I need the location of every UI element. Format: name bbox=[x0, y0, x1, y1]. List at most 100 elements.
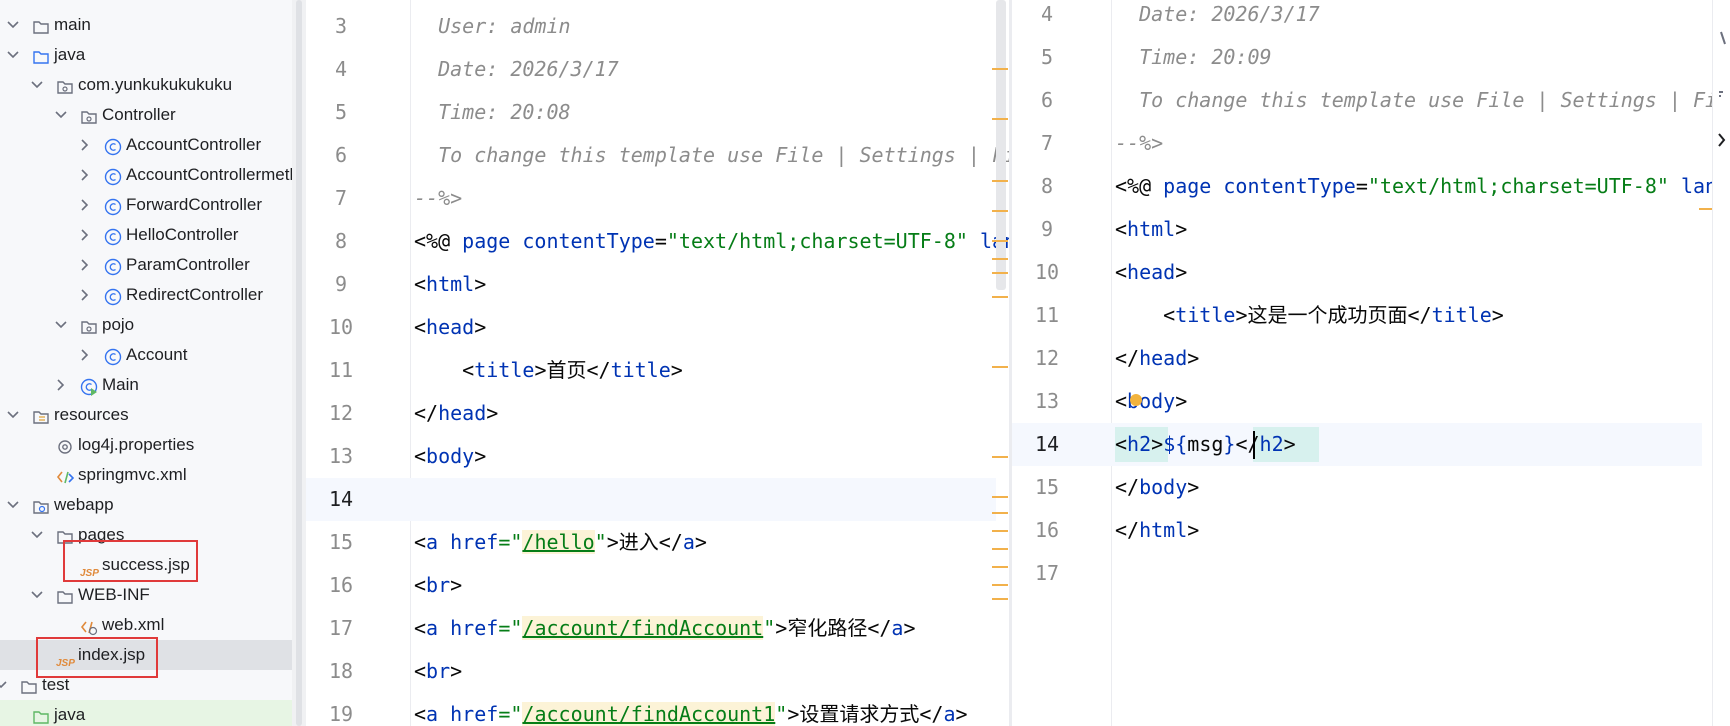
tree-item-main[interactable]: Main bbox=[0, 370, 292, 400]
tree-item-redirectcontroller[interactable]: RedirectController bbox=[0, 280, 292, 310]
tree-scrollbar[interactable] bbox=[292, 0, 306, 726]
chevron-down-icon[interactable] bbox=[0, 670, 8, 700]
code-text: Date: 2026/3/17 bbox=[414, 48, 619, 91]
code-line[interactable]: 5 Time: 20:09 bbox=[1012, 36, 1702, 79]
chevron-down-icon[interactable] bbox=[6, 10, 20, 40]
tree-item-webapp[interactable]: webapp bbox=[0, 490, 292, 520]
line-number: 13 bbox=[1034, 389, 1060, 413]
code-line[interactable]: 6 To change this template use File | Set… bbox=[1012, 79, 1712, 122]
chevron-right-icon[interactable] bbox=[78, 190, 92, 220]
chevron-down-icon[interactable] bbox=[6, 490, 20, 520]
code-line[interactable]: 14 bbox=[306, 478, 996, 521]
code-line[interactable]: 9 <html> bbox=[306, 263, 996, 306]
tree-item-log4j-properties[interactable]: log4j.properties bbox=[0, 430, 292, 460]
chevron-right-icon[interactable] bbox=[78, 130, 92, 160]
tree-item-web-xml[interactable]: web.xml bbox=[0, 610, 292, 640]
code-token: < bbox=[414, 444, 427, 468]
code-line[interactable]: 17 bbox=[1012, 552, 1702, 595]
code-line[interactable]: 9 <html> bbox=[1012, 208, 1702, 251]
chevron-down-icon[interactable] bbox=[6, 400, 20, 430]
tree-item-forwardcontroller[interactable]: ForwardController bbox=[0, 190, 292, 220]
code-line[interactable]: 11 <title>首页</title> bbox=[306, 349, 996, 392]
code-line[interactable]: 10 <head> bbox=[306, 306, 996, 349]
line-number: 18 bbox=[328, 659, 354, 683]
code-token: h2 bbox=[1127, 432, 1152, 456]
code-line[interactable]: 17 <a href="/account/findAccount">窄化路径</a… bbox=[306, 607, 996, 650]
chevron-right-icon[interactable] bbox=[78, 160, 92, 190]
tree-item-main[interactable]: main bbox=[0, 10, 292, 40]
code-line[interactable]: 4 Date: 2026/3/17 bbox=[306, 48, 996, 91]
chevron-down-icon[interactable] bbox=[30, 520, 44, 550]
code-line[interactable]: 5 Time: 20:08 bbox=[306, 91, 996, 134]
code-token: br bbox=[426, 573, 451, 597]
line-number: 5 bbox=[1040, 45, 1054, 69]
code-token: head bbox=[1127, 260, 1176, 284]
chevron-down-icon[interactable] bbox=[54, 310, 68, 340]
code-line[interactable]: 8 <%@ page contentType="text/html;charset… bbox=[306, 220, 1009, 263]
chevron-down-icon[interactable] bbox=[6, 40, 20, 70]
tree-item-pojo[interactable]: pojo bbox=[0, 310, 292, 340]
code-line[interactable]: 4 Date: 2026/3/17 bbox=[1012, 0, 1702, 36]
editor-left-scrollbar[interactable] bbox=[996, 0, 1006, 290]
code-text: <a href="/account/findAccount1">设置请求方式</… bbox=[414, 693, 968, 726]
code-line[interactable]: 12 </head> bbox=[306, 392, 996, 435]
chevron-down-icon[interactable] bbox=[30, 70, 44, 100]
code-line[interactable]: 11 <title>这是一个成功页面</title> bbox=[1012, 294, 1702, 337]
tree-item-hellocontroller[interactable]: HelloController bbox=[0, 220, 292, 250]
code-token[interactable]: /hello bbox=[522, 530, 595, 554]
tree-item-java[interactable]: java bbox=[0, 700, 292, 726]
code-line[interactable]: 13 <body> bbox=[1012, 380, 1702, 423]
code-line[interactable]: 15 </body> bbox=[1012, 466, 1702, 509]
chevron-right-icon[interactable] bbox=[78, 280, 92, 310]
line-number: 10 bbox=[328, 315, 354, 339]
tree-item-web-inf[interactable]: WEB-INF bbox=[0, 580, 292, 610]
code-line[interactable]: 10 <head> bbox=[1012, 251, 1702, 294]
code-line[interactable]: 14 <h2>${msg}</h2> bbox=[1012, 423, 1702, 466]
code-token[interactable]: /account/findAccount1 bbox=[522, 702, 776, 726]
code-token[interactable]: /account/findAccount bbox=[522, 616, 764, 640]
tree-item-label: webapp bbox=[54, 495, 114, 514]
code-line[interactable]: 16 <br> bbox=[306, 564, 996, 607]
line-number: 11 bbox=[328, 358, 354, 382]
tree-item-resources[interactable]: resources bbox=[0, 400, 292, 430]
tree-item-label: log4j.properties bbox=[78, 435, 195, 454]
code-line[interactable]: 13 <body> bbox=[306, 435, 996, 478]
code-line[interactable]: 12 </head> bbox=[1012, 337, 1702, 380]
tree-item-java[interactable]: java bbox=[0, 40, 292, 70]
chevron-right-icon[interactable] bbox=[78, 250, 92, 280]
tree-item-accountcontrollermethod[interactable]: AccountControllermethod bbox=[0, 160, 292, 190]
tree-item-account[interactable]: Account bbox=[0, 340, 292, 370]
class-icon bbox=[104, 166, 122, 186]
tree-item-controller[interactable]: Controller bbox=[0, 100, 292, 130]
chevron-right-icon[interactable] bbox=[78, 340, 92, 370]
code-line[interactable]: 6 To change this template use File | Set… bbox=[306, 134, 1009, 177]
code-text: <html> bbox=[1115, 208, 1187, 251]
tree-item-accountcontroller[interactable]: AccountController bbox=[0, 130, 292, 160]
properties-icon bbox=[56, 436, 74, 454]
code-line[interactable]: 8 <%@ page contentType="text/html;charset… bbox=[1012, 165, 1712, 208]
code-line[interactable]: 18 <br> bbox=[306, 650, 996, 693]
intention-bulb-icon[interactable] bbox=[1130, 394, 1142, 406]
package-icon bbox=[80, 316, 98, 334]
editor-index-jsp[interactable]: 3 User: admin 4 Date: 2026/3/17 5 Time: 20… bbox=[306, 0, 1009, 726]
folder-icon bbox=[20, 676, 38, 694]
chevron-down-icon[interactable] bbox=[30, 580, 44, 610]
code-line[interactable]: 3 User: admin bbox=[306, 5, 996, 48]
tree-item-springmvc-xml[interactable]: springmvc.xml bbox=[0, 460, 292, 490]
chevron-right-icon[interactable] bbox=[54, 370, 68, 400]
code-line[interactable]: 7 --%> bbox=[306, 177, 996, 220]
chevron-right-icon[interactable] bbox=[78, 220, 92, 250]
code-token: title bbox=[474, 358, 535, 382]
tree-item-paramcontroller[interactable]: ParamController bbox=[0, 250, 292, 280]
code-line[interactable]: 19 <a href="/account/findAccount1">设置请求方式… bbox=[306, 693, 996, 726]
code-token: > bbox=[474, 444, 487, 468]
code-line[interactable]: 16 </html> bbox=[1012, 509, 1702, 552]
code-line[interactable]: 7 --%> bbox=[1012, 122, 1702, 165]
editor-success-jsp[interactable]: 4 Date: 2026/3/17 5 Time: 20:09 6 To chang… bbox=[1012, 0, 1712, 726]
tree-item-com-yunkukukukuku[interactable]: com.yunkukukukuku bbox=[0, 70, 292, 100]
code-token: "text/html;charset=UTF-8" bbox=[1367, 174, 1669, 198]
code-token: > bbox=[1175, 389, 1188, 413]
code-token: > bbox=[1283, 432, 1296, 456]
chevron-down-icon[interactable] bbox=[54, 100, 68, 130]
code-line[interactable]: 15 <a href="/hello">进入</a> bbox=[306, 521, 996, 564]
